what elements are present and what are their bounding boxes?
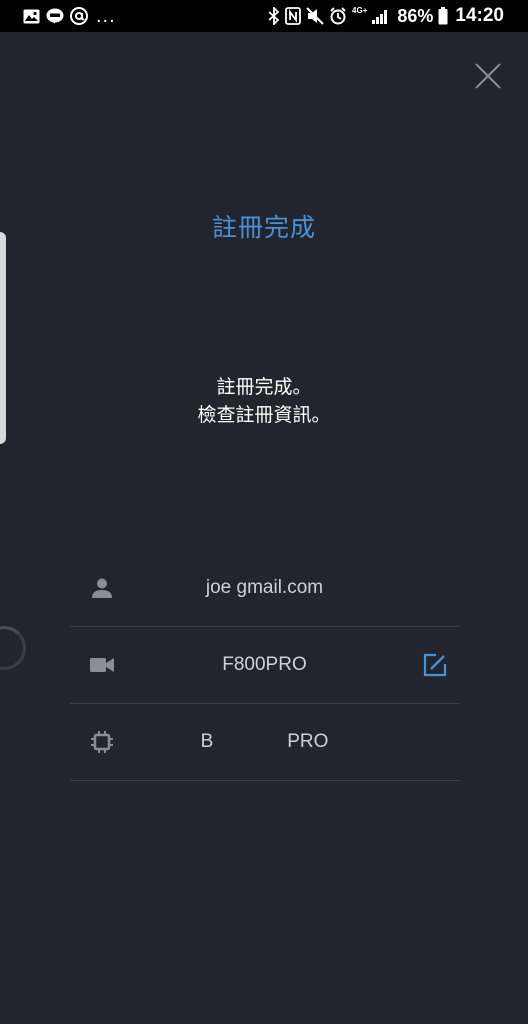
status-right: 4G+ 86% 14:20 — [268, 4, 504, 28]
network-type: 4G+ — [352, 6, 368, 15]
battery-percent: 86% — [397, 5, 434, 26]
message-line-2: 檢查註冊資訊。 — [197, 405, 331, 426]
user-icon — [90, 576, 114, 600]
gallery-icon — [22, 7, 40, 25]
line-app-icon — [46, 7, 64, 25]
info-row-device: B PRO — [70, 704, 459, 781]
device-id: B PRO — [200, 731, 329, 752]
page-title: 註冊完成 — [211, 214, 316, 242]
loading-spinner — [0, 626, 26, 670]
close-icon — [475, 63, 501, 89]
bluetooth-icon — [268, 7, 280, 25]
account-email: joe gmail.com — [205, 577, 324, 598]
notification-overflow: ... — [96, 5, 116, 27]
info-row-account: joe gmail.com — [70, 550, 459, 627]
signal-icon — [372, 8, 390, 24]
camera-model: F800PRO — [222, 654, 307, 675]
mail-at-icon — [70, 7, 88, 25]
nfc-icon — [285, 7, 301, 25]
completion-message: 註冊完成。 檢查註冊資訊。 — [0, 374, 528, 430]
status-bar: ... 4G+ 86% 14:20 — [0, 0, 528, 32]
mute-icon — [306, 7, 324, 25]
edit-icon — [423, 653, 447, 677]
battery-icon — [438, 7, 448, 25]
video-camera-icon — [90, 653, 114, 677]
chip-icon — [90, 730, 114, 754]
edit-camera-button[interactable] — [421, 651, 449, 679]
alarm-icon — [329, 7, 347, 25]
registration-info-list: joe gmail.com F800PRO B PRO — [70, 550, 459, 781]
message-line-1: 註冊完成。 — [216, 377, 312, 398]
close-button[interactable] — [470, 58, 506, 94]
info-row-camera: F800PRO — [70, 627, 459, 704]
status-left: ... — [22, 6, 116, 26]
clock: 14:20 — [455, 5, 504, 26]
